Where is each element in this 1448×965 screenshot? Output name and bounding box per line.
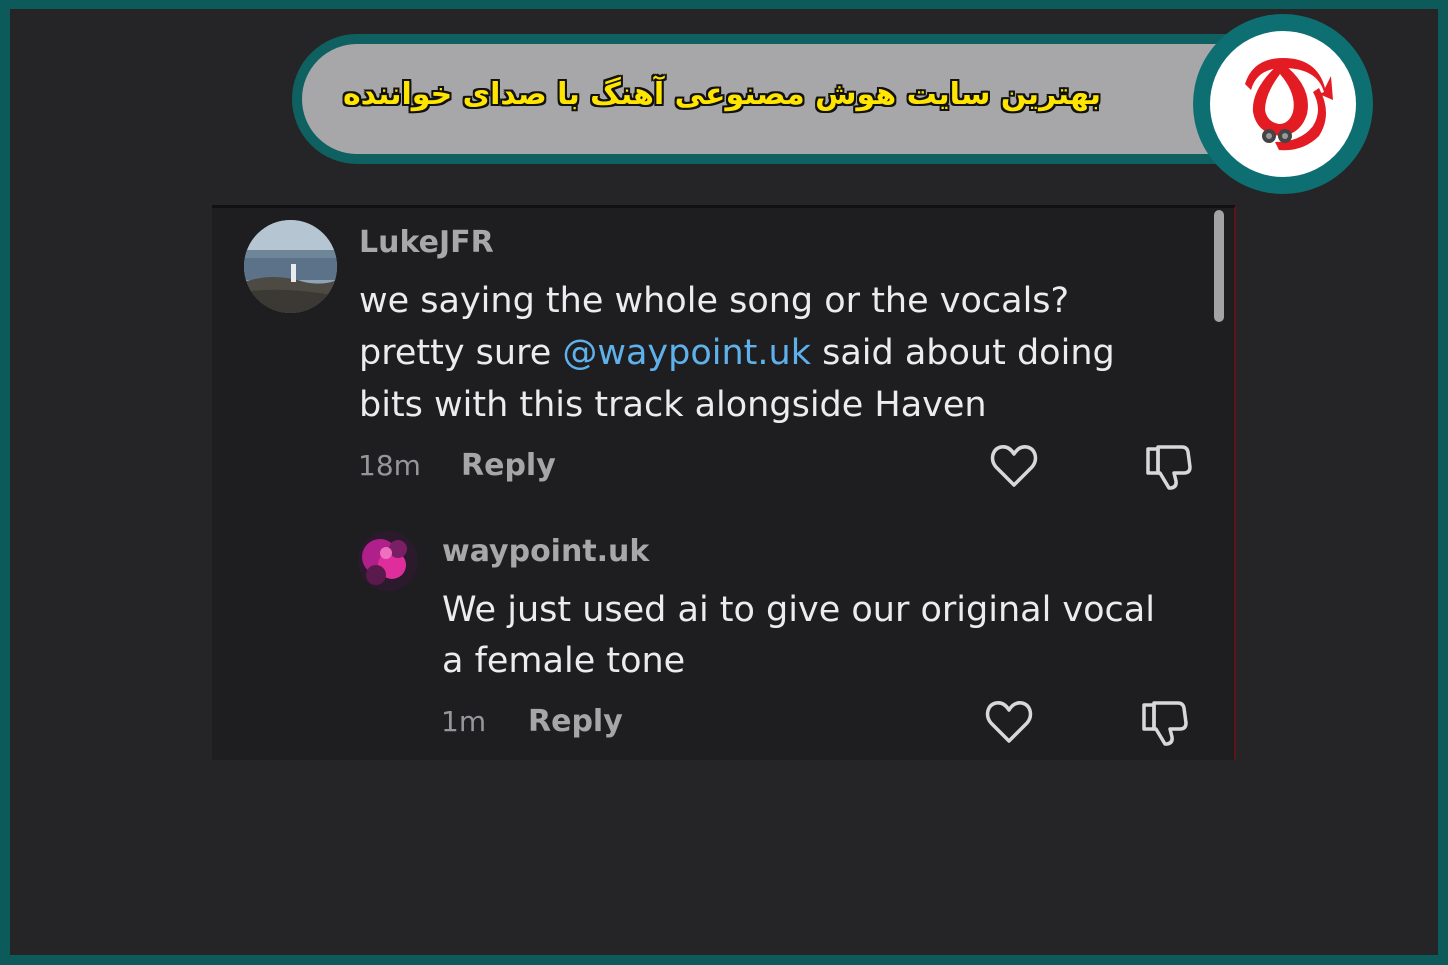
heart-icon[interactable]	[985, 699, 1033, 745]
avatar[interactable]	[244, 220, 337, 313]
thumbs-down-icon[interactable]	[1140, 699, 1190, 747]
comment-username[interactable]: waypoint.uk	[442, 533, 649, 571]
brand-logo-icon	[1206, 27, 1360, 181]
avatar[interactable]	[358, 531, 418, 591]
comment-timestamp: 18m	[358, 449, 421, 482]
reply-button[interactable]: Reply	[461, 446, 556, 486]
comment-line: We just used ai to give our original voc…	[442, 590, 1155, 630]
comment-line: pretty sure @waypoint.uk said about doin…	[359, 332, 1115, 374]
banner-title: بهترین سایت هوش مصنوعی آهنگ با صدای خوان…	[342, 77, 1102, 112]
brand-logo	[1193, 14, 1373, 194]
reply-button[interactable]: Reply	[528, 702, 623, 742]
comment-text-segment: said about doing	[810, 333, 1115, 373]
comment-line: a female tone	[442, 641, 686, 681]
comment-line: bits with this track alongside Haven	[359, 385, 987, 425]
avatar-image	[358, 531, 418, 591]
comment-timestamp: 1m	[441, 705, 487, 738]
mention-link[interactable]: @waypoint.uk	[562, 333, 811, 373]
avatar-image	[244, 220, 337, 313]
comment-line: we saying the whole song or the vocals?	[359, 281, 1070, 321]
heart-icon[interactable]	[990, 443, 1038, 489]
scrollbar[interactable]	[1214, 210, 1224, 322]
comment-text-segment: pretty sure	[359, 333, 563, 373]
thumbs-down-icon[interactable]	[1144, 443, 1194, 491]
comment-username[interactable]: LukeJFR	[359, 224, 494, 262]
